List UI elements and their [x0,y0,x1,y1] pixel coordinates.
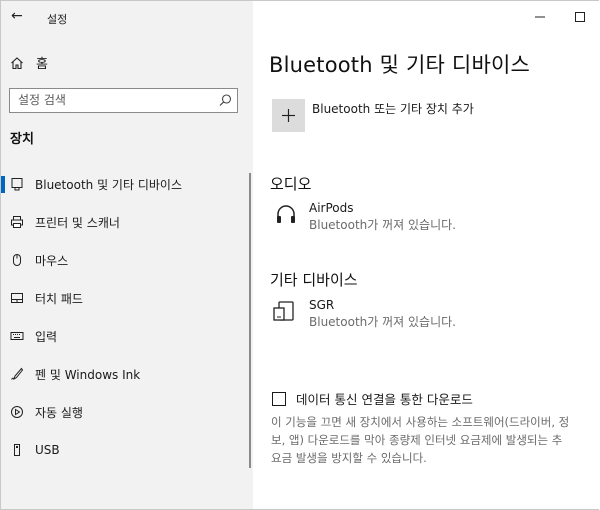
headphones-icon [273,201,299,233]
sidebar-item-label: 터치 패드 [35,291,83,306]
sidebar-item-label: 펜 및 Windows Ink [35,367,141,382]
device-name: SGR [309,298,335,312]
metered-download-label: 데이터 통신 연결을 통한 다운로드 [296,392,473,407]
sidebar: ← 설정 홈 장치 Bluetooth 및 기타 디바이스 프린터 및 스캐너 … [1,1,253,509]
page-title: Bluetooth 및 기타 디바이스 [269,53,531,77]
maximize-button[interactable] [560,1,600,33]
sidebar-item-autoplay[interactable]: 자동 실행 [1,393,253,431]
minimize-button[interactable] [520,1,560,33]
window-controls [520,1,600,33]
sidebar-item-mouse[interactable]: 마우스 [1,241,253,279]
plus-icon [282,109,295,122]
description-line: 보, 앱) 다운로드를 막아 종량제 인터넷 요금제에 발생되는 추 [271,433,563,447]
title-bar: ← 설정 [1,1,253,33]
search-input[interactable] [10,89,208,111]
home-label: 홈 [36,57,48,72]
device-sgr[interactable]: SGR Bluetooth가 꺼져 있습니다. [273,298,456,330]
sidebar-item-bluetooth[interactable]: Bluetooth 및 기타 디바이스 [1,165,253,203]
sidebar-nav: Bluetooth 및 기타 디바이스 프린터 및 스캐너 마우스 터치 패드 … [1,165,253,469]
usb-icon [10,443,24,457]
device-airpods[interactable]: AirPods Bluetooth가 꺼져 있습니다. [273,201,456,233]
device-status: Bluetooth가 꺼져 있습니다. [309,218,456,232]
description-line: 요금 발생을 방지할 수 있습니다. [271,451,427,465]
metered-download-description: 이 기능을 끄면 새 장치에서 사용하는 소프트웨어(드라이버, 정 보, 앱)… [271,413,600,467]
device-icon [273,298,299,330]
metered-download-checkbox[interactable] [272,391,286,406]
maximize-icon [575,12,585,22]
sidebar-item-label: 자동 실행 [35,405,83,420]
sidebar-item-label: Bluetooth 및 기타 디바이스 [35,177,182,192]
section-label: 장치 [10,132,34,147]
mouse-icon [10,253,24,267]
printer-icon [10,215,24,229]
device-name: AirPods [309,201,354,215]
touchpad-icon [10,291,24,305]
home-link[interactable]: 홈 [10,53,48,72]
autoplay-icon [10,405,24,419]
sidebar-item-typing[interactable]: 입력 [1,317,253,355]
search-icon[interactable] [218,93,233,108]
keyboard-icon [10,329,24,343]
back-arrow-icon[interactable]: ← [11,8,23,24]
sidebar-item-pen[interactable]: 펜 및 Windows Ink [1,355,253,393]
main-content: Bluetooth 및 기타 디바이스 Bluetooth 또는 기타 장치 추… [253,1,600,509]
device-info: SGR Bluetooth가 꺼져 있습니다. [309,298,456,330]
sidebar-item-printers[interactable]: 프린터 및 스캐너 [1,203,253,241]
sidebar-item-label: 입력 [35,329,58,344]
description-line: 이 기능을 끄면 새 장치에서 사용하는 소프트웨어(드라이버, 정 [271,415,570,429]
sidebar-item-touchpad[interactable]: 터치 패드 [1,279,253,317]
window-title: 설정 [47,13,68,26]
add-device-button[interactable] [272,99,305,132]
device-info: AirPods Bluetooth가 꺼져 있습니다. [309,201,456,233]
minimize-icon [535,16,545,18]
sidebar-item-label: 프린터 및 스캐너 [35,215,120,230]
metered-download-toggle[interactable]: 데이터 통신 연결을 통한 다운로드 [272,389,473,408]
other-devices-heading: 기타 디바이스 [270,271,358,289]
audio-heading: 오디오 [270,175,312,193]
search-box[interactable] [9,88,238,113]
bluetooth-devices-icon [10,177,24,191]
add-device-label[interactable]: Bluetooth 또는 기타 장치 추가 [312,100,474,117]
pen-icon [10,367,24,381]
home-icon [11,56,23,69]
sidebar-scrollbar[interactable] [249,173,251,468]
sidebar-item-label: 마우스 [35,253,69,268]
sidebar-item-label: USB [35,443,60,457]
device-status: Bluetooth가 꺼져 있습니다. [309,315,456,329]
sidebar-item-usb[interactable]: USB [1,431,253,469]
